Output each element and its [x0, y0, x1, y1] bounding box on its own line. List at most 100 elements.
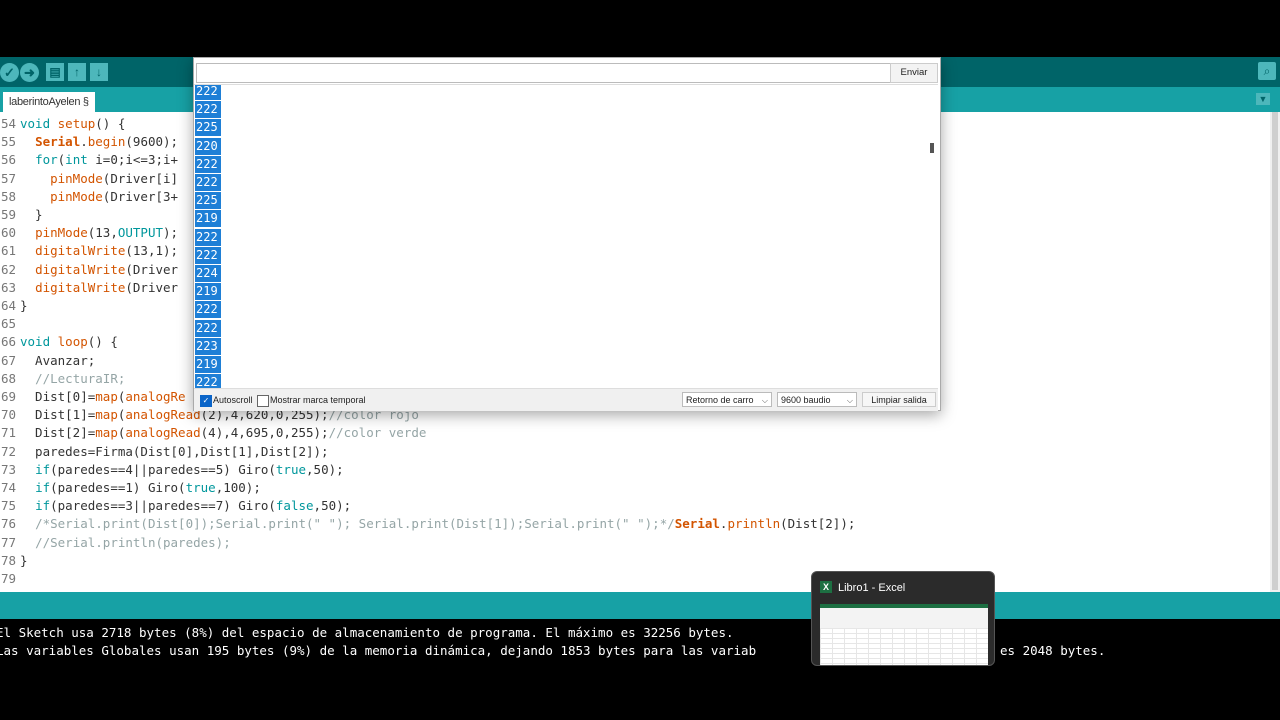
check-icon: ✓ [4, 65, 15, 80]
line-number: 60 [0, 225, 16, 241]
code-line: 56 for(int i=0;i<=3;i+ [0, 151, 178, 169]
serial-footer: ✓ Autoscroll Mostrar marca temporal Reto… [194, 388, 938, 411]
baud-select[interactable]: 9600 baudio ⌵ [777, 392, 857, 407]
code-line: 64} [0, 297, 28, 315]
autoscroll-label: Autoscroll [213, 395, 253, 405]
code-line: 67 Avanzar; [0, 352, 95, 370]
chevron-down-icon: ⌵ [846, 396, 853, 405]
autoscroll-checkbox[interactable]: ✓ [200, 395, 212, 407]
code-text: digitalWrite(Driver [35, 279, 179, 295]
serial-send-input[interactable] [196, 63, 892, 83]
line-ending-select[interactable]: Retorno de carro ⌵ [682, 392, 772, 407]
code-text: paredes=Firma(Dist[0],Dist[1],Dist[2]); [20, 443, 329, 459]
code-text: /*Serial.print(Dist[0]);Serial.print(" "… [35, 516, 856, 532]
code-line: 77 //Serial.println(paredes); [0, 534, 231, 552]
line-number: 65 [0, 316, 16, 332]
code-text: } [20, 298, 28, 313]
open-button[interactable]: ↑ [68, 63, 86, 81]
clear-output-button[interactable]: Limpiar salida [862, 392, 936, 407]
serial-monitor-button[interactable]: ⌕ [1258, 62, 1276, 80]
tab-sketch[interactable]: laberintoAyelen § [3, 92, 95, 112]
serial-value-line: 222 [195, 319, 221, 337]
send-button[interactable]: Enviar [890, 63, 938, 83]
serial-value-line: 220 [195, 137, 221, 155]
code-line: 71 Dist[2]=map(analogRead(4),4,695,0,255… [0, 424, 426, 442]
line-number: 64 [0, 298, 16, 313]
line-number: 78 [0, 552, 16, 568]
serial-value-line: 224 [195, 265, 221, 282]
timestamp-checkbox[interactable] [257, 395, 269, 407]
code-text: pinMode(13,OUTPUT); [35, 225, 179, 241]
serial-scroll-thumb[interactable] [930, 143, 934, 153]
line-number: 76 [0, 516, 16, 532]
code-line: 74 if(paredes==1) Giro(true,100); [0, 479, 261, 497]
code-line: 65 [0, 315, 20, 333]
line-number: 72 [0, 443, 16, 459]
line-number: 66 [0, 334, 16, 350]
new-button[interactable]: ▤ [46, 63, 64, 81]
serial-value-line: 222 [195, 155, 221, 173]
line-number: 77 [0, 534, 16, 550]
chevron-down-icon: ▼ [1258, 94, 1268, 104]
code-text: } [20, 207, 43, 222]
line-number: 70 [0, 407, 16, 423]
line-number: 61 [0, 243, 16, 259]
serial-value-line: 222 [195, 85, 221, 100]
taskbar-thumbnail-excel[interactable]: X Libro1 - Excel [811, 571, 995, 666]
upload-button[interactable]: ➜ [20, 63, 39, 82]
line-number: 68 [0, 370, 16, 386]
serial-monitor-window: Enviar 222 222 225 220 222 222 225 219 222 222 224… [193, 57, 941, 411]
code-line: 60 pinMode(13,OUTPUT); [0, 224, 178, 242]
status-bar [0, 592, 1280, 619]
line-number: 71 [0, 425, 16, 441]
preview-ribbon [820, 608, 988, 628]
top-black-band [0, 0, 1280, 57]
arrow-down-icon: ↓ [96, 65, 102, 79]
code-text: //LecturaIR; [35, 370, 126, 386]
line-number: 67 [0, 352, 16, 368]
code-line: 76 /*Serial.print(Dist[0]);Serial.print(… [0, 515, 855, 533]
code-line: 73 if(paredes==4||paredes==5) Giro(true,… [0, 461, 344, 479]
serial-value-line: 222 [195, 174, 221, 191]
editor-scroll-thumb[interactable] [1272, 112, 1278, 590]
line-number: 63 [0, 279, 16, 295]
line-number: 55 [0, 134, 16, 150]
code-text: if(paredes==4||paredes==5) Giro(true,50)… [35, 461, 344, 477]
tab-menu-button[interactable]: ▼ [1256, 93, 1270, 105]
code-line: 57 pinMode(Driver[i] [0, 170, 178, 188]
line-number: 74 [0, 480, 16, 495]
serial-value-line: 225 [195, 119, 221, 137]
code-line: 69 Dist[0]=map(analogRe [0, 388, 186, 406]
serial-value-line: 219 [195, 356, 221, 373]
code-line: 54 void setup() { [0, 115, 125, 133]
chevron-down-icon: ⌵ [761, 396, 768, 405]
serial-scrollbar[interactable] [924, 85, 938, 388]
code-line: 78} [0, 552, 28, 570]
code-line: 72 paredes=Firma(Dist[0],Dist[1],Dist[2]… [0, 443, 329, 461]
code-line: 68 //LecturaIR; [0, 370, 125, 388]
code-line: 61 digitalWrite(13,1); [0, 242, 178, 260]
code-text: Dist[2]=map(analogRead(4),4,695,0,255);/… [20, 425, 427, 441]
serial-value-line: 225 [195, 192, 221, 210]
console-line-2a: Las variables Globales usan 195 bytes (9… [0, 643, 757, 658]
line-number: 59 [0, 207, 16, 222]
serial-value-line: 222 [195, 246, 221, 264]
serial-value-line: 222 [195, 228, 221, 246]
code-line: 55 Serial.begin(9600); [0, 133, 178, 151]
code-line: 63 digitalWrite(Driver [0, 279, 178, 297]
serial-value-line: 222 [195, 301, 221, 319]
code-text: Avanzar; [20, 352, 96, 368]
thumbnail-title: Libro1 - Excel [838, 582, 906, 594]
code-text: digitalWrite(Driver [35, 261, 179, 277]
line-number: 69 [0, 389, 16, 404]
code-text: digitalWrite(13,1); [35, 243, 179, 259]
editor-scrollbar[interactable] [1270, 112, 1280, 592]
serial-value-line: 222 [195, 374, 221, 388]
save-button[interactable]: ↓ [90, 63, 108, 81]
verify-button[interactable]: ✓ [0, 63, 19, 82]
code-text: Dist[0]=map(analogRe [20, 389, 186, 404]
serial-value-line: 223 [195, 337, 221, 355]
line-number: 58 [0, 188, 16, 204]
magnifier-icon: ⌕ [1263, 64, 1271, 78]
arrow-right-icon: ➜ [24, 65, 35, 80]
